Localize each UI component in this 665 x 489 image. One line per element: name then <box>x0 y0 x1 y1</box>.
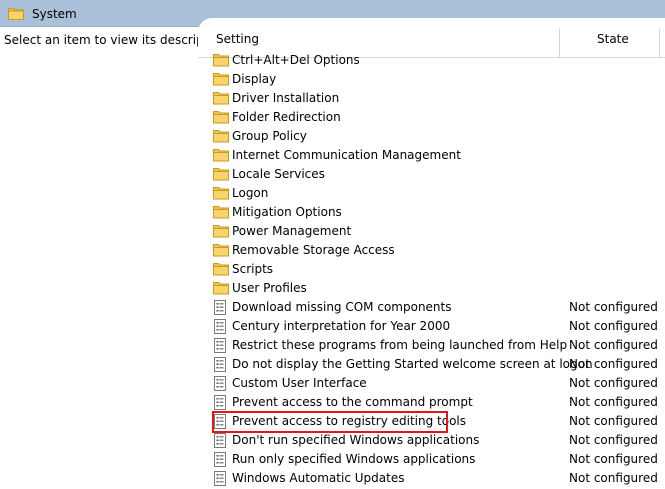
policy-row[interactable]: Download missing COM components Not confi… <box>198 298 665 317</box>
policy-name: Do not display the Getting Started welco… <box>232 357 593 371</box>
window-title: System <box>32 7 77 21</box>
policy-setting-icon <box>213 395 229 410</box>
folder-icon <box>213 167 229 182</box>
folder-name: Logon <box>232 186 269 200</box>
folder-name: Scripts <box>232 262 274 276</box>
policy-setting-icon <box>213 357 229 372</box>
folder-row[interactable]: Logon <box>198 184 665 203</box>
folder-row[interactable]: Scripts <box>198 260 665 279</box>
folder-row[interactable]: Driver Installation <box>198 89 665 108</box>
policy-setting-icon <box>213 300 229 315</box>
policy-row[interactable]: Prevent access to the command prompt Not … <box>198 393 665 412</box>
folder-icon <box>213 281 229 296</box>
folder-icon <box>213 205 229 220</box>
folder-name: Mitigation Options <box>232 205 342 219</box>
folder-icon <box>213 72 229 87</box>
folder-name: Folder Redirection <box>232 110 341 124</box>
policy-row[interactable]: Do not display the Getting Started welco… <box>198 355 665 374</box>
folder-icon <box>213 224 229 239</box>
folder-name: Power Management <box>232 224 352 238</box>
policy-setting-icon <box>213 376 229 391</box>
policy-name: Century interpretation for Year 2000 <box>232 319 451 333</box>
folder-row[interactable]: Mitigation Options <box>198 203 665 222</box>
policy-state: Not configured <box>569 433 658 447</box>
folder-icon <box>213 243 229 258</box>
policy-row[interactable]: Windows Automatic Updates Not configured <box>198 469 665 488</box>
folder-icon <box>213 262 229 277</box>
folder-icon <box>8 7 24 23</box>
folder-name: Driver Installation <box>232 91 340 105</box>
policy-row[interactable]: Don't run specified Windows applications… <box>198 431 665 450</box>
policy-name: Restrict these programs from being launc… <box>232 338 568 352</box>
folder-icon <box>213 148 229 163</box>
policy-name: Run only specified Windows applications <box>232 452 476 466</box>
column-header-setting[interactable]: Setting <box>216 32 259 46</box>
policy-state: Not configured <box>569 395 658 409</box>
folder-icon <box>213 186 229 201</box>
settings-list: Ctrl+Alt+Del Options Display Driver Instal… <box>198 51 665 488</box>
folder-name: Group Policy <box>232 129 307 143</box>
policy-state: Not configured <box>569 357 658 371</box>
policy-state: Not configured <box>569 338 658 352</box>
policy-setting-icon <box>213 433 229 448</box>
policy-name: Don't run specified Windows applications <box>232 433 480 447</box>
folder-icon <box>213 110 229 125</box>
folder-icon <box>213 53 229 68</box>
policy-state: Not configured <box>569 471 658 485</box>
folder-name: Display <box>232 72 277 86</box>
folder-row[interactable]: User Profiles <box>198 279 665 298</box>
folder-name: Ctrl+Alt+Del Options <box>232 53 360 67</box>
policy-row[interactable]: Restrict these programs from being launc… <box>198 336 665 355</box>
policy-name: Download missing COM components <box>232 300 452 314</box>
policy-row[interactable]: Century interpretation for Year 2000 Not … <box>198 317 665 336</box>
folder-row[interactable]: Ctrl+Alt+Del Options <box>198 51 665 70</box>
folder-name: Locale Services <box>232 167 325 181</box>
policy-setting-icon <box>213 471 229 486</box>
folder-row[interactable]: Folder Redirection <box>198 108 665 127</box>
policy-state: Not configured <box>569 300 658 314</box>
folder-row[interactable]: Group Policy <box>198 127 665 146</box>
policy-state: Not configured <box>569 452 658 466</box>
policy-name: Windows Automatic Updates <box>232 471 405 485</box>
policy-name: Custom User Interface <box>232 376 367 390</box>
folder-icon <box>213 91 229 106</box>
folder-name: Internet Communication Management <box>232 148 461 162</box>
folder-row[interactable]: Power Management <box>198 222 665 241</box>
folder-icon <box>213 129 229 144</box>
policy-state: Not configured <box>569 319 658 333</box>
policy-row[interactable]: Prevent access to registry editing tools… <box>198 412 665 431</box>
policy-setting-icon <box>213 414 229 429</box>
description-hint: Select an item to view its description. <box>4 33 231 47</box>
policy-state: Not configured <box>569 414 658 428</box>
policy-row[interactable]: Run only specified Windows applications N… <box>198 450 665 469</box>
policy-setting-icon <box>213 319 229 334</box>
folder-row[interactable]: Display <box>198 70 665 89</box>
policy-state: Not configured <box>569 376 658 390</box>
folder-row[interactable]: Locale Services <box>198 165 665 184</box>
folder-row[interactable]: Removable Storage Access <box>198 241 665 260</box>
policy-setting-icon <box>213 452 229 467</box>
policy-name: Prevent access to registry editing tools <box>232 414 466 428</box>
policy-setting-icon <box>213 338 229 353</box>
policy-row[interactable]: Custom User Interface Not configured <box>198 374 665 393</box>
settings-panel: Setting State Ctrl+Alt+Del Options Displa… <box>198 18 665 489</box>
folder-name: Removable Storage Access <box>232 243 395 257</box>
folder-name: User Profiles <box>232 281 307 295</box>
column-header-state[interactable]: State <box>597 32 629 46</box>
folder-row[interactable]: Internet Communication Management <box>198 146 665 165</box>
policy-name: Prevent access to the command prompt <box>232 395 473 409</box>
